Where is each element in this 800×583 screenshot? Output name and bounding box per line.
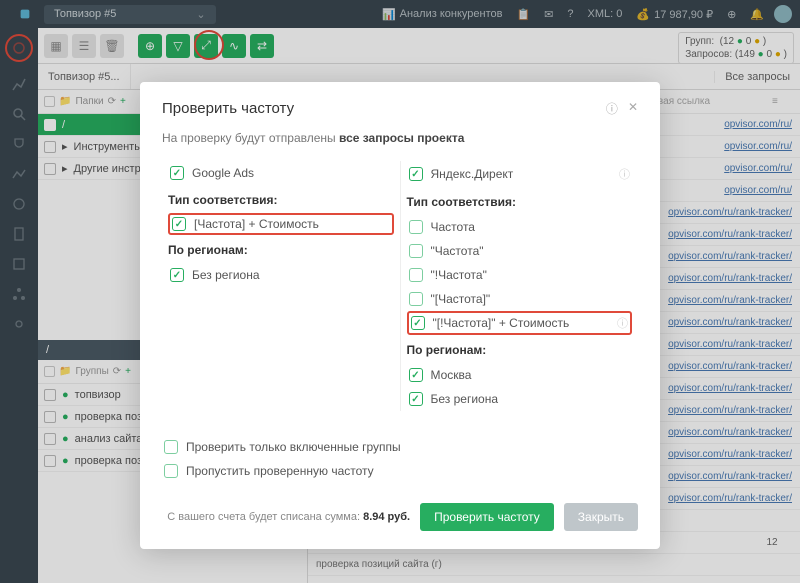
modal-subtitle: На проверку будут отправлены все запросы… <box>162 131 638 145</box>
cost-summary: С вашего счета будет списана сумма: 8.94… <box>167 511 410 523</box>
region-none[interactable]: Без региона <box>407 387 633 411</box>
modal-help-icon[interactable]: ⓘ <box>606 100 618 117</box>
opt-enabled-groups[interactable]: Проверить только включенные группы <box>162 435 638 459</box>
info-icon[interactable]: ⓘ <box>617 315 628 331</box>
info-icon[interactable]: ⓘ <box>619 166 630 182</box>
modal-left-col: Google Ads Тип соответствия: [Частота] +… <box>162 161 401 411</box>
region-moscow[interactable]: Москва <box>407 363 633 387</box>
match-opt-4[interactable]: "[Частота]" <box>407 287 633 311</box>
modal-title: Проверить частоту <box>162 100 294 117</box>
match-opt-3[interactable]: "!Частота" <box>407 263 633 287</box>
match-opt-5-cost[interactable]: "[!Частота]" + Стоимостьⓘ <box>407 311 633 335</box>
match-opt-2[interactable]: "Частота" <box>407 239 633 263</box>
match-opt-1[interactable]: Частота <box>407 215 633 239</box>
check-frequency-button[interactable]: Проверить частоту <box>420 503 554 531</box>
opt-skip-checked[interactable]: Пропустить проверенную частоту <box>162 459 638 483</box>
region-label: По регионам: <box>407 343 633 357</box>
modal-right-col: Яндекс.Директⓘ Тип соответствия: Частота… <box>401 161 639 411</box>
match-option-cost[interactable]: [Частота] + Стоимость <box>168 213 394 235</box>
modal-close-icon[interactable]: ✕ <box>628 100 638 117</box>
check-frequency-modal: Проверить частоту ⓘ ✕ На проверку будут … <box>140 82 660 549</box>
close-button[interactable]: Закрыть <box>564 503 638 531</box>
provider-yandex[interactable]: Яндекс.Директⓘ <box>407 161 633 187</box>
region-label: По регионам: <box>168 243 394 257</box>
provider-google[interactable]: Google Ads <box>168 161 394 185</box>
region-option-none[interactable]: Без региона <box>168 263 394 287</box>
match-label: Тип соответствия: <box>168 193 394 207</box>
match-label: Тип соответствия: <box>407 195 633 209</box>
